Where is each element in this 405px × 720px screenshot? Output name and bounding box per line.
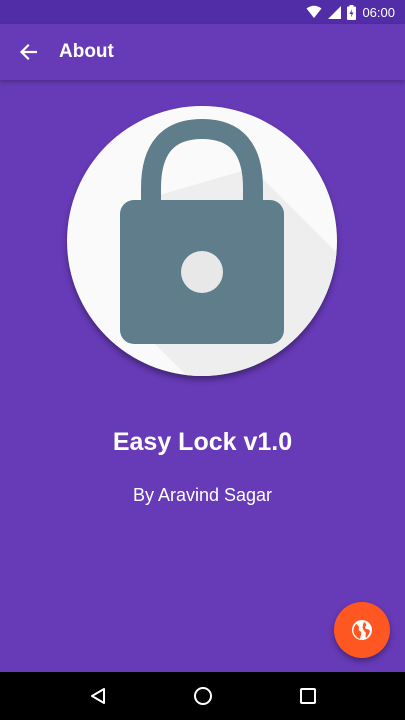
app-bar: About bbox=[0, 24, 405, 80]
app-name: Easy Lock v1.0 bbox=[112, 428, 293, 456]
page-title: About bbox=[59, 41, 114, 62]
nav-recents-button[interactable] bbox=[284, 672, 332, 720]
battery-icon bbox=[347, 4, 357, 20]
author-credit: By Aravind Sagar bbox=[132, 485, 273, 505]
home-circle-icon bbox=[193, 687, 212, 705]
lock-icon bbox=[120, 118, 337, 376]
nav-back-button[interactable] bbox=[74, 672, 122, 720]
website-fab[interactable] bbox=[334, 602, 390, 658]
system-nav-bar bbox=[0, 672, 405, 720]
status-clock: 06:00 bbox=[362, 4, 395, 20]
wifi-icon bbox=[306, 5, 322, 19]
status-bar: 06:00 bbox=[0, 0, 405, 24]
back-button[interactable] bbox=[0, 24, 56, 80]
globe-icon bbox=[352, 620, 372, 640]
recents-square-icon bbox=[299, 688, 316, 704]
nav-home-button[interactable] bbox=[179, 672, 227, 720]
cell-signal-icon bbox=[328, 5, 342, 19]
back-triangle-icon bbox=[90, 688, 105, 704]
app-logo bbox=[67, 106, 337, 376]
arrow-back-icon bbox=[19, 43, 37, 61]
